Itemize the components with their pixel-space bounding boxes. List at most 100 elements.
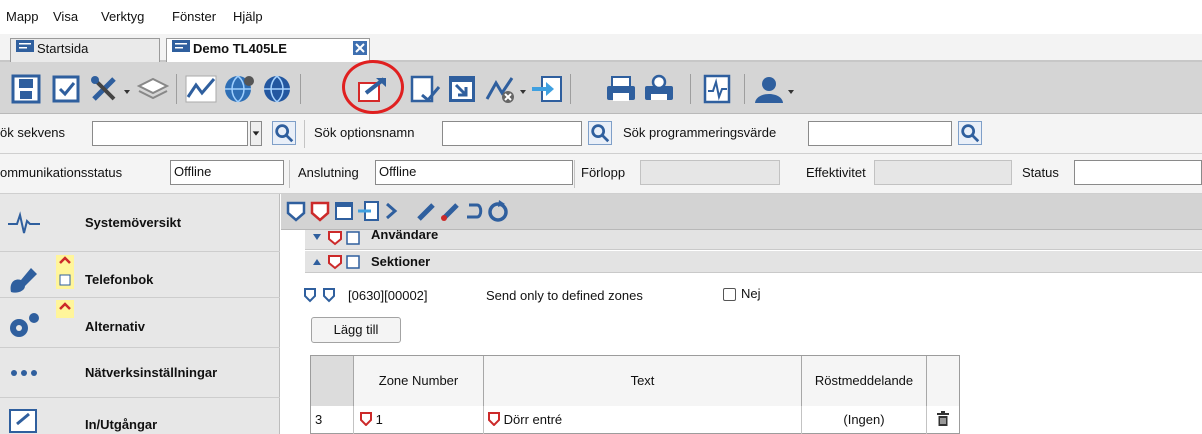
globe-icon[interactable]: [260, 73, 294, 105]
sidebar-item-natverksinstallningar[interactable]: Nätverksinställningar: [0, 348, 280, 398]
grid-cell-voice[interactable]: (Ingen): [801, 406, 926, 434]
sidebar: Systemöversikt Telefonbok Alternativ Nät…: [0, 194, 280, 434]
sidebar-item-in-utgangar[interactable]: In/Utgångar: [0, 398, 280, 434]
dropdown-arrow-icon[interactable]: [520, 89, 526, 95]
window-download-icon[interactable]: [446, 73, 480, 105]
document-icon: [172, 40, 190, 52]
sort-arrows-icon: [56, 300, 74, 318]
toolbar-separator: [690, 74, 691, 104]
menu-mapp[interactable]: Mapp: [6, 9, 39, 24]
status-field: [1074, 160, 1202, 185]
pencil-icon[interactable]: [415, 199, 437, 223]
dropdown-arrow-icon[interactable]: [788, 89, 794, 95]
save-icon[interactable]: [10, 73, 44, 105]
trend-chart-icon[interactable]: [184, 73, 218, 105]
section-anvandare[interactable]: Användare: [305, 230, 1202, 250]
separator: [289, 160, 290, 188]
tag-outline-icon[interactable]: [322, 287, 336, 303]
refresh-icon[interactable]: [487, 199, 509, 223]
search-value-input[interactable]: [808, 121, 952, 146]
separator: [574, 160, 575, 188]
globe-gear-icon[interactable]: [222, 73, 256, 105]
main-toolbar: [0, 62, 1202, 114]
document-tabstrip: Startsida Demo TL405LE: [0, 34, 1202, 62]
waveform-document-icon[interactable]: [700, 73, 734, 105]
menu-visa[interactable]: Visa: [53, 9, 78, 24]
toolbar-separator: [744, 74, 745, 104]
chevron-down-icon[interactable]: [250, 121, 262, 146]
print-preview-icon[interactable]: [642, 73, 676, 105]
progress-field: [640, 160, 780, 185]
signal-x-icon[interactable]: [484, 73, 518, 105]
sidebar-item-alternativ[interactable]: Alternativ: [0, 298, 280, 348]
menu-verktyg[interactable]: Verktyg: [101, 9, 144, 24]
network-dots-icon: [11, 370, 37, 376]
menu-fonster[interactable]: Fönster: [172, 9, 216, 24]
printer-icon[interactable]: [604, 73, 638, 105]
layers-icon[interactable]: [136, 73, 170, 105]
content-panel: Användare Sektioner [0630][00002] Send o…: [281, 230, 1202, 434]
grid-column-header[interactable]: Text: [483, 356, 801, 406]
status-bar: ommunikationsstatus Offline Anslutning O…: [0, 154, 1202, 194]
tag-outline-icon[interactable]: [303, 287, 317, 303]
dropdown-arrow-icon[interactable]: [124, 89, 130, 95]
phonebook-icon: [10, 268, 37, 293]
toolbar-separator: [300, 74, 301, 104]
undo-icon[interactable]: [463, 199, 485, 223]
tab-startsida[interactable]: Startsida: [10, 38, 160, 62]
tag-red-icon: [360, 412, 372, 427]
grid-column-header[interactable]: Zone Number: [353, 356, 483, 406]
grid-column-header[interactable]: Röstmeddelande: [801, 356, 926, 406]
tag-red-icon[interactable]: [309, 199, 331, 223]
section-sektioner-label: Sektioner: [371, 254, 431, 269]
search-icon[interactable]: [958, 121, 982, 145]
close-tab-icon[interactable]: [353, 41, 367, 55]
zone-text-value: Dörr entré: [503, 412, 563, 427]
chevron-right-icon[interactable]: [381, 199, 403, 223]
highlight-annotation-ring: [342, 60, 404, 114]
sort-arrows-icon: [56, 255, 74, 289]
heartbeat-icon: [8, 211, 40, 234]
search-icon[interactable]: [588, 121, 612, 145]
search-value-label: Sök programmeringsvärde: [623, 125, 777, 140]
search-sequence-input[interactable]: [92, 121, 248, 146]
option-checkbox[interactable]: [723, 288, 736, 301]
user-icon[interactable]: [752, 73, 786, 105]
section-sektioner[interactable]: Sektioner: [305, 251, 1202, 273]
option-code: [0630][00002]: [348, 288, 428, 303]
io-icon: [9, 409, 37, 433]
menu-bar: Mapp Visa Verktyg Fönster Hjälp: [0, 0, 1202, 34]
search-icon[interactable]: [272, 121, 296, 145]
import-document-icon[interactable]: [408, 73, 442, 105]
sidebar-item-label: In/Utgångar: [85, 417, 158, 432]
grid-cell-delete[interactable]: [926, 406, 959, 434]
connection-label: Anslutning: [298, 165, 359, 180]
sidebar-item-telefonbok[interactable]: Telefonbok: [0, 252, 280, 298]
pencil-red-icon[interactable]: [439, 199, 461, 223]
window-download-icon[interactable]: [333, 199, 355, 223]
grid-column-header: [926, 356, 959, 406]
tag-red-icon: [488, 412, 500, 427]
status-label: Status: [1022, 165, 1059, 180]
transfer-arrow-icon[interactable]: [530, 73, 564, 105]
grid-column-header: [311, 356, 353, 406]
efficiency-field: [874, 160, 1012, 185]
sidebar-item-label: Alternativ: [85, 319, 145, 334]
tag-outline-icon[interactable]: [285, 199, 307, 223]
toolbar-separator: [176, 74, 177, 104]
search-sequence-label: ök sekvens: [0, 125, 66, 140]
checklist-icon[interactable]: [50, 73, 84, 105]
sidebar-item-systemoversikt[interactable]: Systemöversikt: [0, 194, 280, 252]
grid-cell-zone[interactable]: 1: [353, 406, 483, 434]
tab-demo-tl405le[interactable]: Demo TL405LE: [166, 38, 370, 62]
search-option-input[interactable]: [442, 121, 582, 146]
add-button[interactable]: Lägg till: [311, 317, 401, 343]
section-anvandare-label: Användare: [371, 230, 439, 242]
grid-cell-text[interactable]: Dörr entré: [483, 406, 801, 434]
menu-hjalp[interactable]: Hjälp: [233, 9, 263, 24]
transfer-arrow-icon[interactable]: [357, 199, 379, 223]
grid-header: Zone Number Text Röstmeddelande: [311, 356, 959, 406]
tools-icon[interactable]: [88, 73, 122, 105]
trash-icon[interactable]: [936, 411, 950, 427]
gears-icon: [10, 313, 39, 337]
